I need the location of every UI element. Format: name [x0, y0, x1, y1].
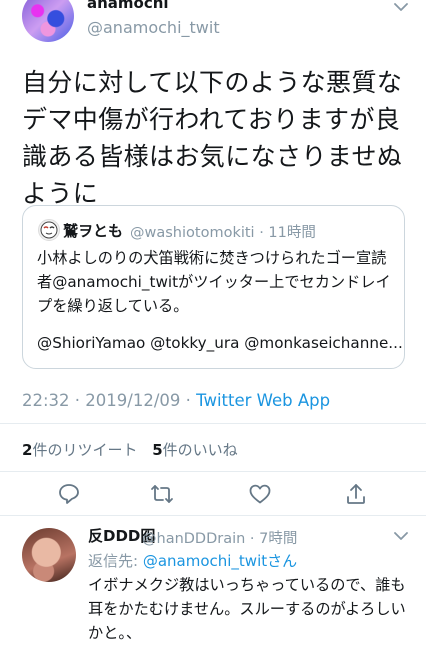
reply-author-avatar[interactable]: [22, 528, 76, 582]
reply-author-handle-time: @hanDDDrain · 7時間: [142, 531, 298, 547]
chevron-down-icon[interactable]: [394, 2, 408, 12]
divider: [0, 423, 426, 424]
like-icon[interactable]: [248, 482, 272, 506]
author-avatar[interactable]: [22, 0, 74, 42]
retweet-count: 2: [22, 441, 33, 459]
quoted-tweet-mentions: @ShioriYamao @tokky_ura @monkaseichanne.…: [37, 334, 403, 352]
quoted-author-handle-time: @washiotomokiti · 11時間: [130, 225, 316, 241]
retweet-label: 件のリツイート: [32, 441, 138, 459]
retweet-icon[interactable]: [150, 482, 174, 506]
tweet-source-link[interactable]: Twitter Web App: [196, 391, 330, 410]
reply-text: イボナメクジ教はいっちゃっているので、誰も耳をかたむけません。スルーするのがよろ…: [88, 576, 406, 642]
replying-to-mention[interactable]: @anamochi_twit: [143, 552, 267, 570]
share-icon[interactable]: [344, 482, 368, 506]
like-count: 5: [152, 441, 163, 459]
quoted-author-avatar: [38, 219, 60, 241]
like-stat[interactable]: 5件のいいね: [152, 441, 237, 459]
tweet-timestamp-line: 22:32 · 2019/12/09 · Twitter Web App: [22, 391, 330, 410]
chevron-down-icon[interactable]: [394, 531, 408, 541]
replying-prefix: 返信先:: [88, 552, 143, 570]
quoted-author-name: 鷲ヲとも: [63, 222, 124, 240]
tweet-stats: 2件のリツイート 5件のいいね: [22, 439, 238, 460]
replying-to-line: 返信先: @anamochi_twitさん: [88, 550, 297, 571]
divider: [0, 471, 426, 472]
quoted-avatar-face-icon: [40, 221, 58, 239]
author-display-name[interactable]: anamochi: [87, 0, 169, 12]
quoted-tweet-text: 小林よしのりの犬笛戦術に焚きつけられたゴー宣読者@anamochi_twitがツ…: [37, 249, 391, 315]
reply-icon[interactable]: [57, 482, 81, 506]
retweet-stat[interactable]: 2件のリツイート: [22, 441, 137, 459]
like-label: 件のいいね: [162, 441, 238, 459]
author-handle[interactable]: @anamochi_twit: [87, 18, 220, 37]
replying-suffix: さん: [267, 552, 298, 570]
tweet-text: 自分に対して以下のような悪質なデマ中傷が行われておりますが良識ある皆様はお気にな…: [22, 68, 403, 208]
tweet-timestamp: 22:32 · 2019/12/09 ·: [22, 391, 197, 410]
divider: [0, 515, 426, 516]
